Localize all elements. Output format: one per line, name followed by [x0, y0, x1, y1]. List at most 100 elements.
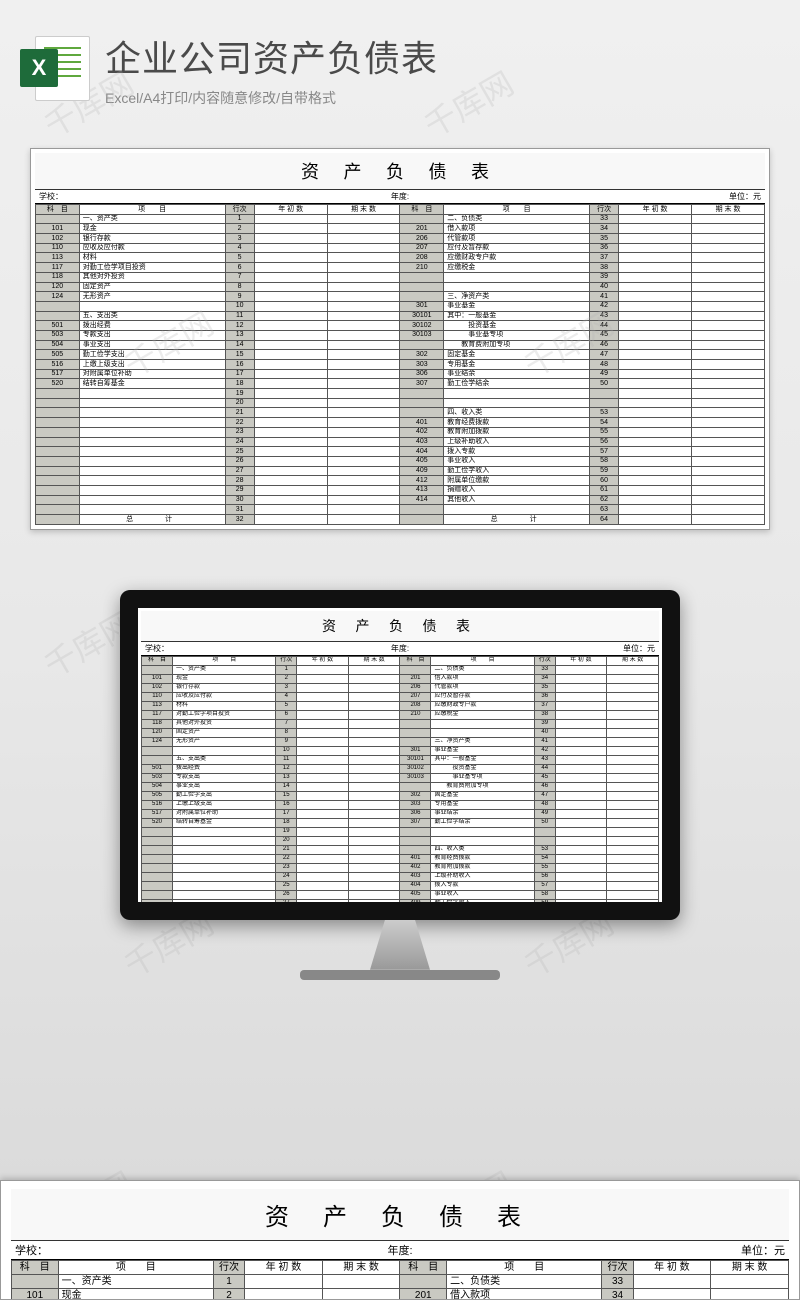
cell-end — [607, 818, 659, 827]
table-row: 23402教育附加拨款55 — [36, 427, 765, 437]
cell-begin — [254, 350, 327, 360]
cell-rownum: 55 — [590, 427, 619, 437]
cell-item: 事业基专项 — [431, 773, 534, 782]
cell-item: 借入款项 — [444, 224, 590, 234]
cell-rownum: 35 — [534, 683, 555, 692]
cell-end — [327, 476, 400, 486]
cell-code: 301 — [400, 301, 444, 311]
table-row: 一、资产类1二、负债类33 — [142, 665, 659, 674]
cell-item: 教育费附加专项 — [431, 782, 534, 791]
cell-rownum: 54 — [534, 854, 555, 863]
cell-code — [400, 1275, 447, 1289]
info-unit: 单位：元 — [522, 190, 765, 203]
cell-rownum: 56 — [590, 437, 619, 447]
cell-begin — [555, 755, 607, 764]
cell-code — [36, 389, 80, 399]
sheet-title: 资 产 负 债 表 — [141, 611, 659, 642]
table-row: 102银行存款3206代管款项35 — [36, 234, 765, 244]
cell-code: 207 — [400, 692, 431, 701]
col-end: 期 末 数 — [607, 656, 659, 665]
cell-rownum: 47 — [590, 350, 619, 360]
cell-rownum: 7 — [225, 272, 254, 282]
cell-end — [348, 710, 400, 719]
cell-rownum: 36 — [590, 243, 619, 253]
cell-code: 503 — [142, 773, 173, 782]
cell-begin — [555, 872, 607, 881]
table-row: 25404拨入专款57 — [142, 881, 659, 890]
cell-item — [431, 827, 534, 836]
cell-end — [692, 418, 765, 428]
cell-begin — [254, 418, 327, 428]
cell-code: 405 — [400, 890, 431, 899]
balance-sheet-table: 科 目项 目行次年 初 数期 末 数科 目项 目行次年 初 数期 末 数 一、资… — [141, 656, 659, 920]
cell-end — [607, 836, 659, 845]
cell-rownum: 42 — [534, 746, 555, 755]
col-end: 期 末 数 — [322, 1261, 400, 1275]
cell-code — [36, 476, 80, 486]
cell-item — [79, 437, 225, 447]
monitor-stand — [350, 920, 450, 970]
col-subject: 科 目 — [400, 656, 431, 665]
cell-code — [142, 872, 173, 881]
cell-rownum: 33 — [602, 1275, 633, 1289]
cell-begin — [619, 369, 692, 379]
cell-begin — [619, 360, 692, 370]
cell-rownum: 7 — [276, 719, 297, 728]
cell-item: 应收及应付款 — [173, 692, 276, 701]
col-rownum: 行次 — [225, 205, 254, 215]
cell-begin — [254, 389, 327, 399]
cell-item: 其中：一般基金 — [444, 311, 590, 321]
cell-code — [400, 827, 431, 836]
cell-rownum: 39 — [534, 719, 555, 728]
cell-rownum: 33 — [534, 665, 555, 674]
cell-code: 302 — [400, 791, 431, 800]
cell-code — [36, 447, 80, 457]
cell-end — [327, 321, 400, 331]
cell-item — [79, 427, 225, 437]
table-row: 101现金2201借入款项34 — [36, 224, 765, 234]
cell-code: 102 — [142, 683, 173, 692]
cell-end — [327, 505, 400, 515]
cell-item — [431, 728, 534, 737]
cell-item: 勤工俭学收入 — [431, 899, 534, 908]
cell-end — [327, 369, 400, 379]
cell-begin — [297, 791, 349, 800]
cell-end — [327, 379, 400, 389]
cell-begin — [555, 773, 607, 782]
cell-rownum: 64 — [590, 515, 619, 525]
cell-code: 517 — [142, 809, 173, 818]
cell-code — [36, 437, 80, 447]
cell-rownum: 9 — [276, 737, 297, 746]
cell-rownum: 27 — [276, 899, 297, 908]
cell-end — [348, 854, 400, 863]
cell-code: 124 — [142, 737, 173, 746]
cell-item: 拨出经费 — [79, 321, 225, 331]
cell-rownum: 4 — [276, 692, 297, 701]
cell-rownum: 16 — [276, 800, 297, 809]
cell-rownum: 44 — [590, 321, 619, 331]
cell-rownum: 62 — [590, 495, 619, 505]
table-row: 118其他对外投资739 — [36, 272, 765, 282]
col-end: 期 末 数 — [692, 205, 765, 215]
cell-code: 101 — [12, 1289, 59, 1300]
cell-begin — [619, 466, 692, 476]
cell-rownum: 34 — [534, 674, 555, 683]
table-row: 101现金2201借入款项34 — [142, 674, 659, 683]
cell-begin — [619, 330, 692, 340]
cell-item: 固定资产 — [173, 728, 276, 737]
cell-rownum: 12 — [225, 321, 254, 331]
cell-rownum: 38 — [590, 263, 619, 273]
cell-begin — [619, 398, 692, 408]
cell-rownum: 14 — [225, 340, 254, 350]
cell-rownum: 34 — [602, 1289, 633, 1300]
cell-item — [444, 389, 590, 399]
cell-item: 四、收入类 — [431, 845, 534, 854]
cell-code: 302 — [400, 350, 444, 360]
cell-code: 101 — [36, 224, 80, 234]
cell-item: 代管款项 — [444, 234, 590, 244]
table-row: 520结转自筹基金18307勤工俭学结余50 — [142, 818, 659, 827]
cell-end — [607, 890, 659, 899]
cell-begin — [297, 827, 349, 836]
cell-rownum: 25 — [225, 447, 254, 457]
cell-code: 201 — [400, 1289, 447, 1300]
